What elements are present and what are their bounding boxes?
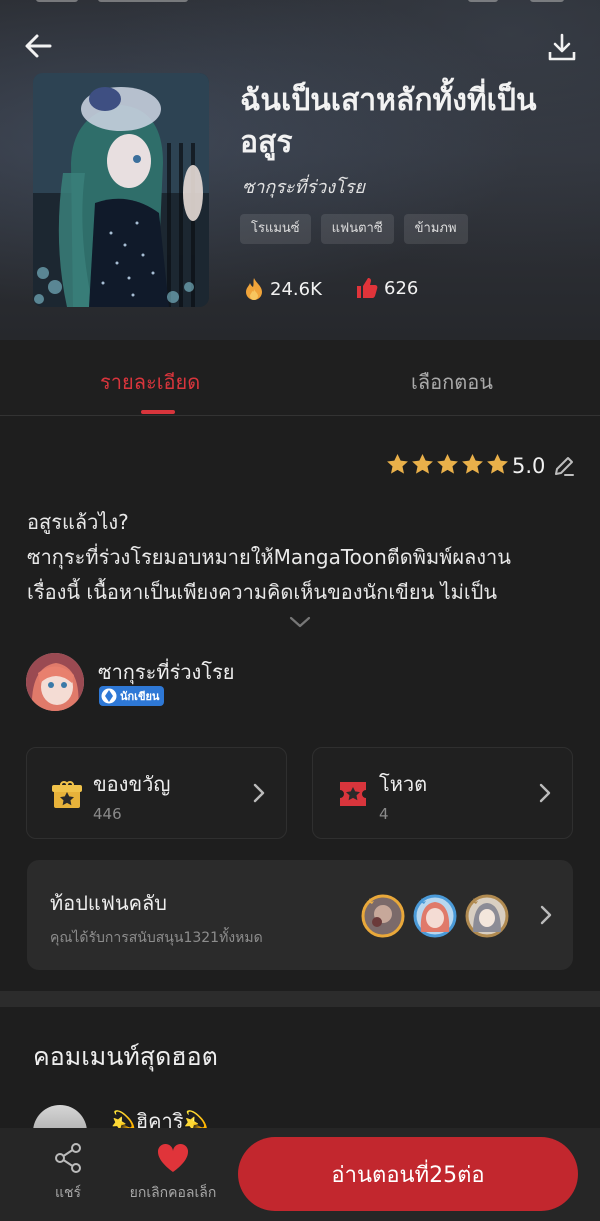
tab-bar: รายละเอียด เลือกตอน [0, 340, 600, 416]
synopsis-text: อสูรแล้วไง? ซากุระที่ร่วงโรยมอบหมายให้Ma… [27, 505, 582, 610]
uncollect-button[interactable]: ยกเลิกคอลเล็ก [116, 1142, 230, 1204]
vote-card[interactable]: โหวต 4 [312, 747, 573, 839]
genre-tag-fantasy[interactable]: แฟนตาซี [320, 214, 394, 244]
fanclub-title: ท้อปแฟนคลับ [50, 891, 167, 915]
tab-episodes[interactable]: เลือกตอน [411, 366, 493, 398]
top-fan-avatar [361, 894, 405, 938]
vote-ticket-icon [340, 782, 366, 806]
gift-count: 446 [93, 805, 122, 823]
active-tab-indicator [141, 410, 175, 414]
fire-icon [246, 278, 262, 300]
book-author[interactable]: ซากุระที่ร่วงโรย [242, 172, 365, 201]
synopsis-line: อสูรแล้วไง? [27, 510, 129, 534]
top-fan-avatar [465, 894, 509, 938]
status-bar-remnant [0, 0, 600, 8]
star-icon [437, 453, 458, 474]
writer-badge: นักเขียน [99, 686, 165, 706]
back-arrow-icon[interactable] [22, 30, 54, 62]
genre-tag-romance[interactable]: โรแมนซ์ [240, 214, 311, 244]
gift-card[interactable]: ของขวัญ 446 [26, 747, 287, 839]
bottom-action-bar: แชร์ ยกเลิกคอลเล็ก อ่านตอนที่25ต่อ [0, 1128, 600, 1221]
continue-reading-button[interactable]: อ่านตอนที่25ต่อ [238, 1137, 578, 1211]
chevron-right-icon [539, 783, 551, 803]
hot-comments-title: คอมเมนท์สุดฮอต [33, 1042, 218, 1071]
synopsis-line: เรื่องนี้ เนื้อหาเป็นเพียงความคิดเห็นของ… [27, 580, 498, 604]
book-header: ฉันเป็นเสาหลักทั้งที่เป็นอสูร ซากุระที่ร… [0, 0, 600, 340]
chevron-right-icon [253, 783, 265, 803]
uncollect-label: ยกเลิกคอลเล็ก [129, 1185, 217, 1201]
vote-count: 4 [379, 805, 389, 823]
section-divider [0, 991, 600, 1007]
book-cover-image[interactable] [33, 73, 209, 307]
writer-gem-icon [101, 688, 117, 704]
star-icon [387, 453, 408, 474]
share-button[interactable]: แชร์ [50, 1142, 86, 1204]
top-fanclub-card[interactable]: ท้อปแฟนคลับ คุณได้รับการสนับสนุน1321ทั้ง… [27, 860, 573, 970]
gift-box-icon [52, 781, 82, 808]
thumbs-up-icon [357, 278, 378, 298]
writer-badge-label: นักเขียน [120, 690, 160, 703]
author-avatar[interactable] [26, 653, 84, 711]
top-fan-avatar [413, 894, 457, 938]
chevron-right-icon [540, 905, 552, 925]
views-stat: 24.6K [244, 277, 322, 301]
download-icon[interactable] [546, 32, 578, 64]
vote-label: โหวต [379, 772, 428, 796]
views-count: 24.6K [270, 278, 322, 300]
star-icon [462, 453, 483, 474]
book-detail-screen: ฉันเป็นเสาหลักทั้งที่เป็นอสูร ซากุระที่ร… [0, 0, 600, 1221]
star-icon [412, 453, 433, 474]
star-rating [386, 453, 509, 475]
share-label: แชร์ [54, 1185, 82, 1201]
edit-rating-pencil-icon[interactable] [552, 454, 576, 478]
star-icon [487, 453, 508, 474]
synopsis-line: ซากุระที่ร่วงโรยมอบหมายให้MangaToonตีดพิ… [27, 545, 511, 569]
genre-tag-isekai[interactable]: ข้ามภพ [403, 214, 468, 244]
author-name[interactable]: ซากุระที่ร่วงโรย [98, 656, 235, 688]
gift-label: ของขวัญ [93, 772, 171, 796]
book-title: ฉันเป็นเสาหลักทั้งที่เป็นอสูร [240, 83, 537, 160]
expand-chevron-icon[interactable] [288, 614, 312, 630]
genre-tags: โรแมนซ์ แฟนตาซี ข้ามภพ [240, 214, 468, 244]
heart-icon [157, 1143, 189, 1172]
tab-details[interactable]: รายละเอียด [100, 366, 200, 398]
likes-count: 626 [384, 277, 419, 299]
fanclub-subtitle: คุณได้รับการสนับสนุน1321ทั้งหมด [50, 930, 263, 946]
share-icon [55, 1143, 81, 1173]
rating-value: 5.0 [512, 454, 546, 478]
likes-stat: 626 [356, 277, 418, 299]
